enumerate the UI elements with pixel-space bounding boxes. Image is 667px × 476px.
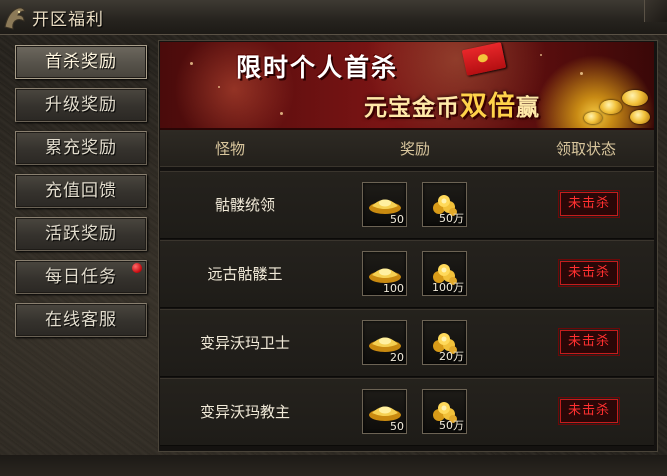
gold-ingot-icon	[600, 100, 622, 114]
sparkle	[218, 86, 220, 88]
welfare-panel: 开区福利 首杀奖励 升级奖励 累充奖励 充值回馈 活跃奖励 每日任务 在线客服	[0, 0, 667, 476]
status-badge[interactable]: 未击杀	[558, 328, 620, 356]
sparkle	[540, 54, 542, 56]
gold-ingot-icon	[369, 199, 401, 214]
window-title: 开区福利	[32, 10, 104, 30]
gold-coin-icon	[630, 110, 650, 124]
monster-name: 变异沃玛教主	[199, 403, 290, 421]
status-badge[interactable]: 未击杀	[558, 397, 620, 425]
reward-slot-coins[interactable]: 50万	[422, 182, 467, 227]
sidebar-item-daily-tasks[interactable]: 每日任务	[15, 260, 147, 294]
gold-ingot-icon	[369, 268, 401, 283]
banner-subtitle-emphasis: 双倍	[460, 91, 516, 122]
reward-slot-coins[interactable]: 20万	[422, 320, 467, 365]
reward-count: 20	[390, 351, 404, 364]
sidebar-item-activity[interactable]: 活跃奖励	[15, 217, 147, 251]
column-header-monster: 怪物	[215, 140, 246, 158]
sidebar-item-recharge-feedback[interactable]: 充值回馈	[15, 174, 147, 208]
banner-subtitle-pre: 元宝金币	[364, 95, 460, 121]
reward-slot-ingot[interactable]: 50	[362, 182, 407, 227]
table-row: 骷髅统领 50 50万 未击杀	[160, 171, 654, 239]
title-bar[interactable]: 开区福利	[0, 0, 667, 35]
sparkle	[280, 112, 283, 115]
status-badge[interactable]: 未击杀	[558, 190, 620, 218]
sparkle	[580, 72, 583, 75]
red-envelope-icon	[461, 42, 507, 76]
table-row: 变异沃玛卫士 20 20万 未击杀	[160, 309, 654, 377]
reward-count: 50	[390, 420, 404, 433]
reward-count: 50	[390, 213, 404, 226]
sidebar-item-label: 活跃奖励	[45, 224, 117, 244]
red-dot-icon	[132, 263, 142, 273]
reward-count: 100万	[432, 281, 464, 294]
reward-slot-coins[interactable]: 100万	[422, 251, 467, 296]
event-banner: 限时个人首杀 元宝金币双倍赢	[160, 42, 654, 130]
monster-name: 远古骷髅王	[207, 265, 283, 283]
sidebar-item-level-up[interactable]: 升级奖励	[15, 88, 147, 122]
window-corner	[644, 0, 667, 22]
table-header: 怪物 奖励 领取状态	[160, 130, 654, 167]
dragon-emblem-icon	[4, 7, 26, 30]
sidebar-item-label: 在线客服	[45, 310, 117, 330]
sparkle	[190, 62, 193, 65]
banner-title: 限时个人首杀	[236, 53, 399, 82]
sidebar-item-label: 充值回馈	[45, 181, 117, 201]
reward-slot-ingot[interactable]: 50	[362, 389, 407, 434]
reward-slot-coins[interactable]: 50万	[422, 389, 467, 434]
sidebar-item-customer-service[interactable]: 在线客服	[15, 303, 147, 337]
column-header-reward: 奖励	[400, 140, 431, 158]
column-header-status: 领取状态	[556, 140, 617, 158]
bottom-frame	[0, 455, 667, 476]
sidebar-item-cumulative-recharge[interactable]: 累充奖励	[15, 131, 147, 165]
gold-ingot-icon	[369, 406, 401, 421]
status-badge[interactable]: 未击杀	[558, 259, 620, 287]
reward-count: 50万	[439, 419, 464, 432]
banner-subtitle: 元宝金币双倍赢	[364, 84, 540, 123]
table-row: 远古骷髅王 100 100万 未击杀	[160, 240, 654, 308]
sidebar-item-first-kill[interactable]: 首杀奖励	[15, 45, 147, 79]
sidebar-menu: 首杀奖励 升级奖励 累充奖励 充值回馈 活跃奖励 每日任务 在线客服	[15, 45, 149, 346]
table-row: 变异沃玛教主 50 50万 未击杀	[160, 378, 654, 446]
reward-count: 50万	[439, 212, 464, 225]
reward-slot-ingot[interactable]: 20	[362, 320, 407, 365]
monster-name: 变异沃玛卫士	[199, 334, 290, 352]
monster-name: 骷髅统领	[214, 196, 275, 214]
sidebar-item-label: 首杀奖励	[45, 52, 117, 72]
sidebar-item-label: 累充奖励	[45, 138, 117, 158]
banner-subtitle-post: 赢	[516, 95, 540, 121]
reward-slot-ingot[interactable]: 100	[362, 251, 407, 296]
reward-count: 20万	[439, 350, 464, 363]
gold-ingot-icon	[622, 90, 648, 106]
sidebar-item-label: 升级奖励	[45, 95, 117, 115]
gold-ingot-icon	[369, 337, 401, 352]
sidebar-item-label: 每日任务	[45, 267, 117, 287]
gold-coin-icon	[584, 112, 602, 124]
reward-count: 100	[383, 282, 404, 295]
